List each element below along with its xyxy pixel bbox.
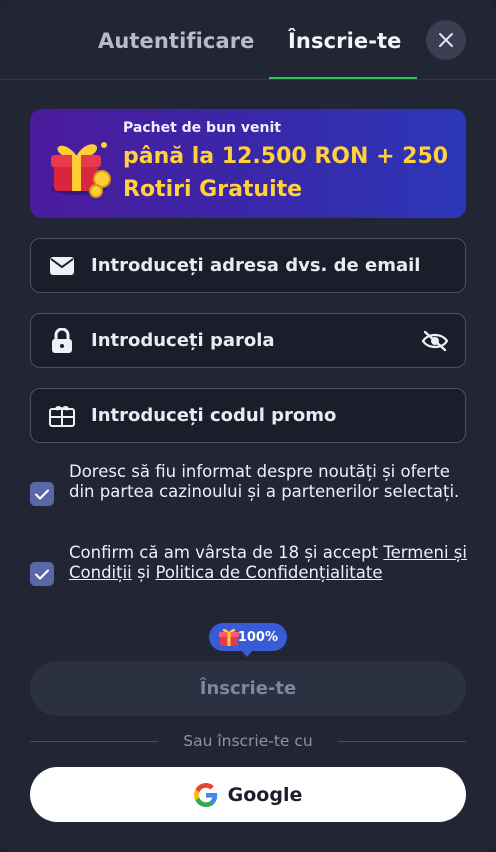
google-icon <box>193 782 217 807</box>
auth-tabs: Autentificare Înscrie-te <box>0 0 496 80</box>
banner-title: până la 12.500 RON + 250 Rotiri Gratuite <box>123 144 449 202</box>
close-button[interactable] <box>426 20 466 60</box>
bonus-badge-pointer <box>241 650 253 657</box>
welcome-bonus-banner[interactable]: Pachet de bun venit până la 12.500 RON +… <box>30 109 466 218</box>
signup-submit-button[interactable]: Înscrie-te <box>30 661 466 716</box>
password-field[interactable] <box>30 313 466 368</box>
gift-icon <box>51 142 111 198</box>
tab-signup[interactable]: Înscrie-te <box>288 29 402 53</box>
tab-login[interactable]: Autentificare <box>98 29 255 53</box>
newsletter-consent-text: Doresc să fiu informat despre noutăți și… <box>69 462 460 501</box>
divider-text: Sau înscrie-te cu <box>183 732 313 750</box>
registration-modal: Autentificare Înscrie-te Pachet de bun v… <box>0 0 496 852</box>
email-field[interactable] <box>30 238 466 293</box>
promo-code-field[interactable] <box>30 388 466 443</box>
email-input[interactable] <box>91 239 431 292</box>
age-terms-checkbox[interactable] <box>30 562 54 586</box>
bonus-badge-text: 100% <box>237 629 278 645</box>
promo-gift-icon <box>49 403 75 429</box>
age-terms-prefix: Confirm că am vârsta de 18 și accept <box>69 543 384 562</box>
gift-icon <box>219 628 239 646</box>
promo-code-input[interactable] <box>91 389 431 442</box>
eye-off-icon[interactable] <box>421 327 449 355</box>
banner-subtitle: Pachet de bun venit <box>123 120 281 136</box>
google-signup-button[interactable]: Google <box>30 767 466 822</box>
lock-icon <box>49 328 75 354</box>
close-icon <box>439 33 453 47</box>
google-button-label: Google <box>227 783 303 806</box>
active-tab-indicator <box>269 77 417 79</box>
age-terms-consent-text: Confirm că am vârsta de 18 și accept Ter… <box>69 543 469 583</box>
check-icon <box>35 489 49 499</box>
envelope-icon <box>49 253 75 279</box>
age-terms-middle: și <box>131 563 156 582</box>
password-input[interactable] <box>91 314 431 367</box>
privacy-link[interactable]: Politica de Confidențialitate <box>155 563 382 582</box>
newsletter-checkbox[interactable] <box>30 482 54 506</box>
check-icon <box>35 569 49 579</box>
